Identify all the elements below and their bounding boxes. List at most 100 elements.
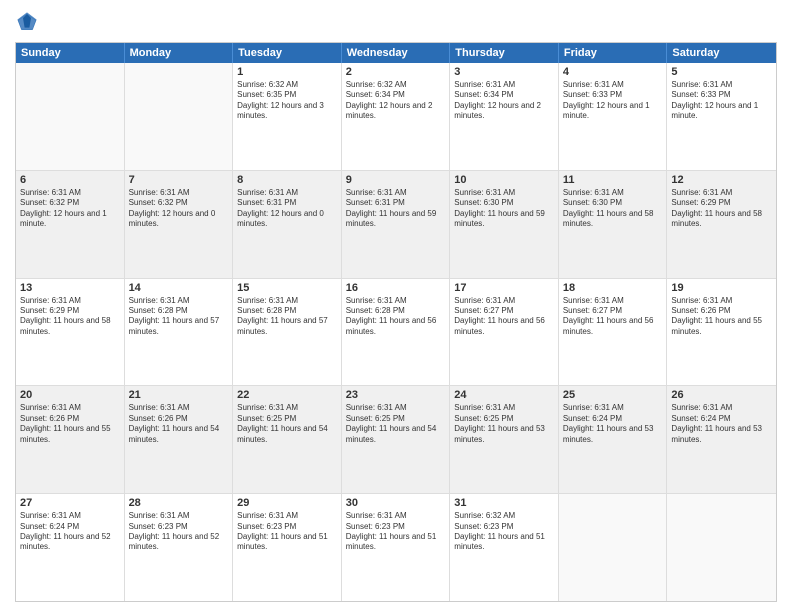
day-number: 7 [129, 174, 229, 186]
day-number: 24 [454, 389, 554, 401]
day-number: 8 [237, 174, 337, 186]
day-cell-16: 16 Sunrise: 6:31 AM Sunset: 6:28 PM Dayli… [342, 279, 451, 386]
day-number: 20 [20, 389, 120, 401]
day-number: 25 [563, 389, 663, 401]
day-info: Sunrise: 6:32 AM Sunset: 6:35 PM Dayligh… [237, 80, 337, 122]
day-info: Sunrise: 6:31 AM Sunset: 6:25 PM Dayligh… [346, 403, 446, 445]
day-cell-24: 24 Sunrise: 6:31 AM Sunset: 6:25 PM Dayli… [450, 386, 559, 493]
day-cell-13: 13 Sunrise: 6:31 AM Sunset: 6:29 PM Dayli… [16, 279, 125, 386]
day-number: 16 [346, 282, 446, 294]
day-cell-15: 15 Sunrise: 6:31 AM Sunset: 6:28 PM Dayli… [233, 279, 342, 386]
day-info: Sunrise: 6:31 AM Sunset: 6:32 PM Dayligh… [129, 188, 229, 230]
day-number: 15 [237, 282, 337, 294]
day-cell-27: 27 Sunrise: 6:31 AM Sunset: 6:24 PM Dayli… [16, 494, 125, 601]
day-number: 5 [671, 66, 772, 78]
day-cell-26: 26Sunrise: 6:31 AM Sunset: 6:24 PM Dayli… [667, 386, 776, 493]
empty-cell [16, 63, 125, 170]
calendar-row-1: 6 Sunrise: 6:31 AM Sunset: 6:32 PM Daylig… [16, 171, 776, 279]
day-cell-30: 30 Sunrise: 6:31 AM Sunset: 6:23 PM Dayli… [342, 494, 451, 601]
day-cell-7: 7 Sunrise: 6:31 AM Sunset: 6:32 PM Daylig… [125, 171, 234, 278]
day-number: 9 [346, 174, 446, 186]
day-info: Sunrise: 6:31 AM Sunset: 6:25 PM Dayligh… [237, 403, 337, 445]
day-cell-31: 31 Sunrise: 6:32 AM Sunset: 6:23 PM Dayli… [450, 494, 559, 601]
day-info: Sunrise: 6:31 AM Sunset: 6:28 PM Dayligh… [346, 296, 446, 338]
day-info: Sunrise: 6:31 AM Sunset: 6:31 PM Dayligh… [346, 188, 446, 230]
day-info: Sunrise: 6:31 AM Sunset: 6:24 PM Dayligh… [563, 403, 663, 445]
day-number: 2 [346, 66, 446, 78]
day-info: Sunrise: 6:31 AM Sunset: 6:28 PM Dayligh… [237, 296, 337, 338]
day-number: 28 [129, 497, 229, 509]
day-info: Sunrise: 6:32 AM Sunset: 6:23 PM Dayligh… [454, 511, 554, 553]
weekday-header-sunday: Sunday [16, 43, 125, 63]
page: SundayMondayTuesdayWednesdayThursdayFrid… [0, 0, 792, 612]
day-number: 6 [20, 174, 120, 186]
header [15, 10, 777, 34]
day-info: Sunrise: 6:31 AM Sunset: 6:26 PM Dayligh… [20, 403, 120, 445]
weekday-header-monday: Monday [125, 43, 234, 63]
day-cell-2: 2 Sunrise: 6:32 AM Sunset: 6:34 PM Daylig… [342, 63, 451, 170]
day-info: Sunrise: 6:31 AM Sunset: 6:30 PM Dayligh… [454, 188, 554, 230]
day-number: 4 [563, 66, 663, 78]
day-cell-11: 11Sunrise: 6:31 AM Sunset: 6:30 PM Dayli… [559, 171, 668, 278]
calendar-row-3: 20 Sunrise: 6:31 AM Sunset: 6:26 PM Dayli… [16, 386, 776, 494]
day-number: 1 [237, 66, 337, 78]
day-cell-12: 12Sunrise: 6:31 AM Sunset: 6:29 PM Dayli… [667, 171, 776, 278]
day-info: Sunrise: 6:32 AM Sunset: 6:34 PM Dayligh… [346, 80, 446, 122]
day-info: Sunrise: 6:31 AM Sunset: 6:23 PM Dayligh… [129, 511, 229, 553]
calendar: SundayMondayTuesdayWednesdayThursdayFrid… [15, 42, 777, 602]
day-cell-29: 29 Sunrise: 6:31 AM Sunset: 6:23 PM Dayli… [233, 494, 342, 601]
day-cell-9: 9 Sunrise: 6:31 AM Sunset: 6:31 PM Daylig… [342, 171, 451, 278]
day-info: Sunrise: 6:31 AM Sunset: 6:33 PM Dayligh… [671, 80, 772, 122]
day-info: Sunrise: 6:31 AM Sunset: 6:31 PM Dayligh… [237, 188, 337, 230]
day-info: Sunrise: 6:31 AM Sunset: 6:23 PM Dayligh… [237, 511, 337, 553]
logo-icon [15, 10, 39, 34]
day-number: 13 [20, 282, 120, 294]
day-info: Sunrise: 6:31 AM Sunset: 6:29 PM Dayligh… [20, 296, 120, 338]
day-cell-5: 5 Sunrise: 6:31 AM Sunset: 6:33 PM Daylig… [667, 63, 776, 170]
day-number: 26 [671, 389, 772, 401]
day-number: 10 [454, 174, 554, 186]
day-number: 22 [237, 389, 337, 401]
day-info: Sunrise: 6:31 AM Sunset: 6:24 PM Dayligh… [20, 511, 120, 553]
day-cell-17: 17 Sunrise: 6:31 AM Sunset: 6:27 PM Dayli… [450, 279, 559, 386]
calendar-body: 1 Sunrise: 6:32 AM Sunset: 6:35 PM Daylig… [16, 63, 776, 601]
day-number: 21 [129, 389, 229, 401]
day-cell-28: 28 Sunrise: 6:31 AM Sunset: 6:23 PM Dayli… [125, 494, 234, 601]
day-info: Sunrise: 6:31 AM Sunset: 6:34 PM Dayligh… [454, 80, 554, 122]
day-cell-14: 14Sunrise: 6:31 AM Sunset: 6:28 PM Dayli… [125, 279, 234, 386]
day-number: 14 [129, 282, 229, 294]
empty-cell [125, 63, 234, 170]
day-number: 27 [20, 497, 120, 509]
day-cell-22: 22 Sunrise: 6:31 AM Sunset: 6:25 PM Dayli… [233, 386, 342, 493]
day-number: 19 [671, 282, 772, 294]
calendar-row-4: 27 Sunrise: 6:31 AM Sunset: 6:24 PM Dayli… [16, 494, 776, 601]
weekday-header-wednesday: Wednesday [342, 43, 451, 63]
day-number: 31 [454, 497, 554, 509]
day-info: Sunrise: 6:31 AM Sunset: 6:26 PM Dayligh… [671, 296, 772, 338]
logo [15, 10, 43, 34]
day-number: 3 [454, 66, 554, 78]
day-cell-21: 21 Sunrise: 6:31 AM Sunset: 6:26 PM Dayli… [125, 386, 234, 493]
day-number: 30 [346, 497, 446, 509]
day-cell-6: 6 Sunrise: 6:31 AM Sunset: 6:32 PM Daylig… [16, 171, 125, 278]
day-info: Sunrise: 6:31 AM Sunset: 6:23 PM Dayligh… [346, 511, 446, 553]
day-number: 12 [671, 174, 772, 186]
day-info: Sunrise: 6:31 AM Sunset: 6:26 PM Dayligh… [129, 403, 229, 445]
day-cell-25: 25 Sunrise: 6:31 AM Sunset: 6:24 PM Dayli… [559, 386, 668, 493]
day-number: 29 [237, 497, 337, 509]
day-number: 23 [346, 389, 446, 401]
day-cell-23: 23 Sunrise: 6:31 AM Sunset: 6:25 PM Dayli… [342, 386, 451, 493]
day-cell-3: 3 Sunrise: 6:31 AM Sunset: 6:34 PM Daylig… [450, 63, 559, 170]
calendar-header: SundayMondayTuesdayWednesdayThursdayFrid… [16, 43, 776, 63]
day-number: 17 [454, 282, 554, 294]
day-cell-4: 4 Sunrise: 6:31 AM Sunset: 6:33 PM Daylig… [559, 63, 668, 170]
calendar-row-0: 1 Sunrise: 6:32 AM Sunset: 6:35 PM Daylig… [16, 63, 776, 171]
day-number: 11 [563, 174, 663, 186]
day-info: Sunrise: 6:31 AM Sunset: 6:27 PM Dayligh… [454, 296, 554, 338]
day-info: Sunrise: 6:31 AM Sunset: 6:25 PM Dayligh… [454, 403, 554, 445]
empty-cell [667, 494, 776, 601]
day-info: Sunrise: 6:31 AM Sunset: 6:32 PM Dayligh… [20, 188, 120, 230]
day-info: Sunrise: 6:31 AM Sunset: 6:33 PM Dayligh… [563, 80, 663, 122]
day-cell-8: 8 Sunrise: 6:31 AM Sunset: 6:31 PM Daylig… [233, 171, 342, 278]
day-number: 18 [563, 282, 663, 294]
